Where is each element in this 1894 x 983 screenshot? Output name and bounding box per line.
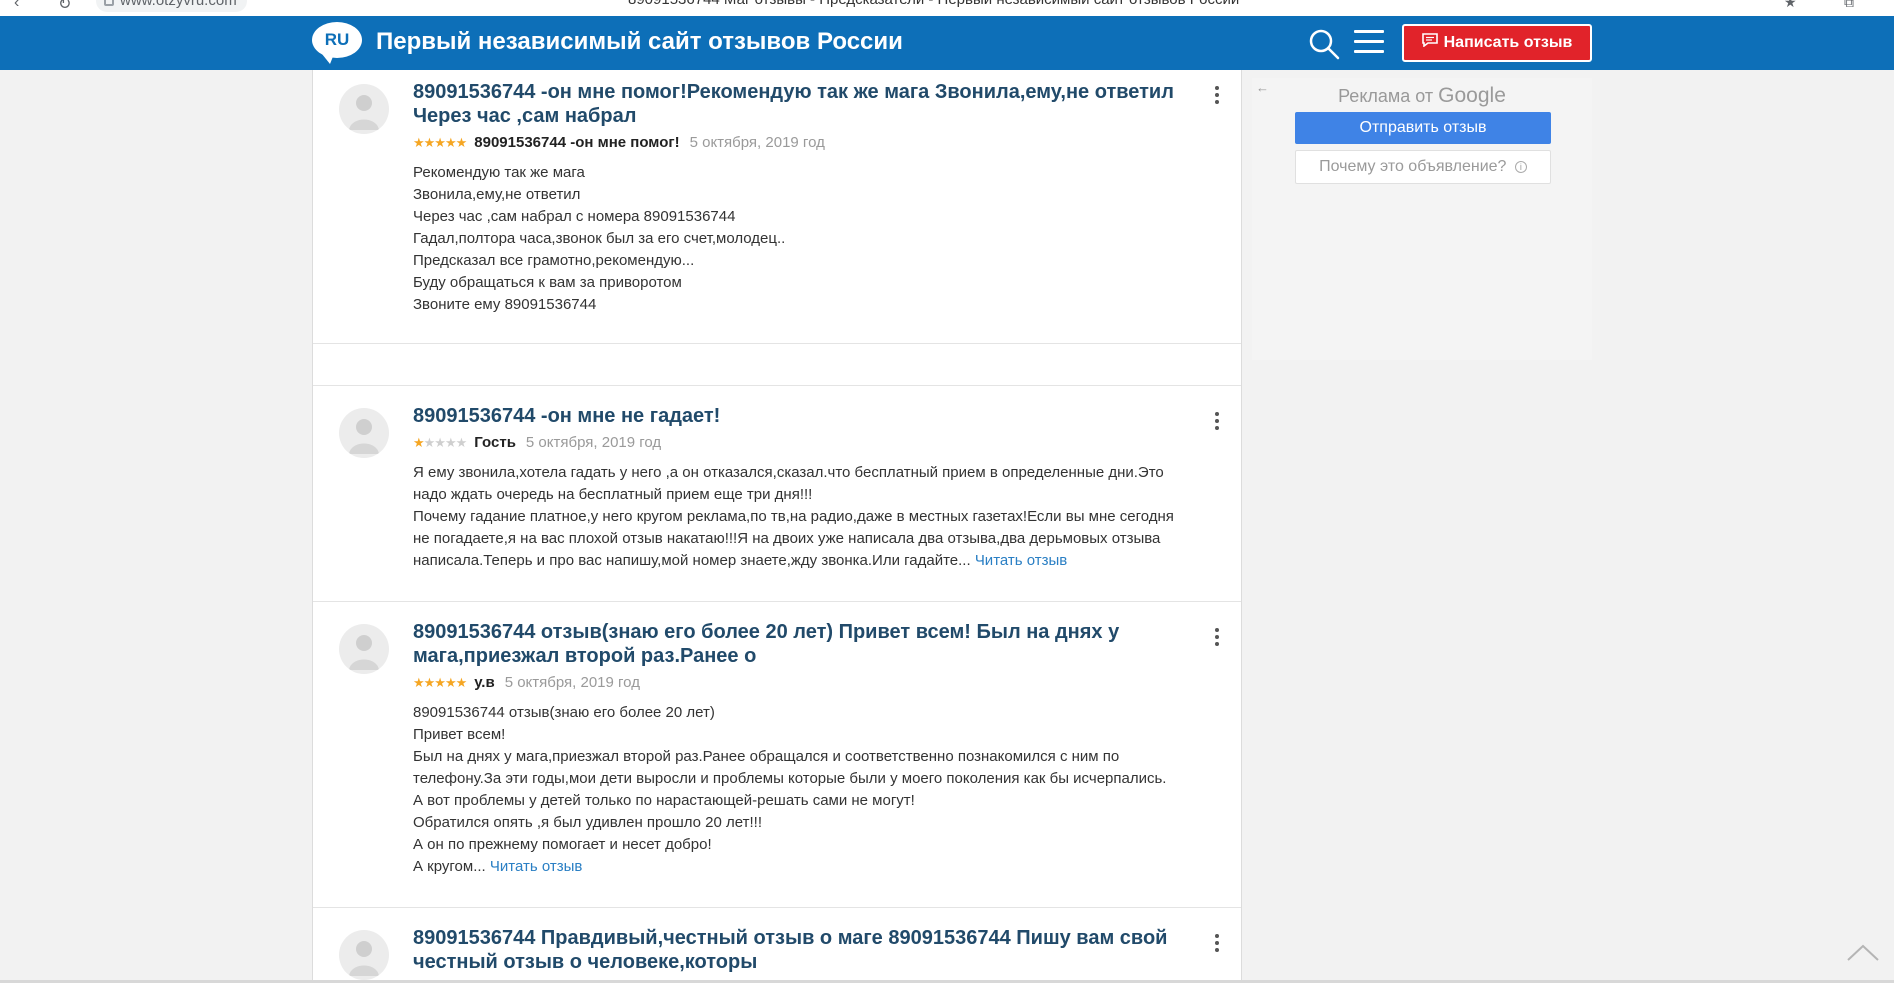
review-body-line: Звоните ему 89091536744: [413, 296, 597, 313]
review-body-text: А кругом...: [413, 858, 486, 875]
ad-why-label: Почему это объявление?: [1319, 158, 1507, 175]
ad-why-button[interactable]: Почему это объявление? i: [1295, 150, 1551, 184]
lock-icon: [104, 0, 114, 6]
chat-bubble-icon: [1421, 26, 1438, 60]
review-item: 89091536744 отзыв(знаю его более 20 лет)…: [313, 602, 1241, 908]
review-body-line: телефону.За эти годы,мои дети выросли и …: [413, 770, 1167, 787]
review-item: 89091536744 -он мне не гадает! ★★★★★ Гост…: [313, 386, 1241, 602]
chevron-up-icon[interactable]: [1846, 940, 1880, 964]
page-title-text: 89091536744 Маг отзывы - Предсказатели -…: [628, 0, 1239, 8]
bookmark-star-icon[interactable]: ★: [1784, 0, 1797, 11]
review-body-line: Гадал,полтора часа,звонок был за его сче…: [413, 230, 786, 247]
user-avatar-icon: [339, 84, 389, 134]
review-author[interactable]: 89091536744 -он мне помог!: [474, 134, 679, 151]
read-review-link[interactable]: Читать отзыв: [975, 552, 1067, 569]
kebab-menu-icon[interactable]: [1215, 628, 1221, 649]
review-meta: ★★★★★ 89091536744 -он мне помог! 5 октября…: [413, 134, 825, 151]
write-review-button[interactable]: Написать отзыв: [1402, 24, 1592, 62]
review-body-line: Я ему звонила,хотела гадать у него ,а он…: [413, 464, 1164, 481]
user-avatar-icon: [339, 408, 389, 458]
reload-icon[interactable]: ↻: [58, 0, 71, 14]
site-header: RU Первый независимый сайт отзывов Росси…: [0, 16, 1894, 70]
review-date: 5 октября, 2019 год: [689, 134, 825, 151]
review-title[interactable]: 89091536744 -он мне не гадает!: [413, 404, 1203, 428]
review-body-line: Обратился опять ,я был удивлен прошло 20…: [413, 814, 762, 831]
review-body-line: Был на днях у мага,приезжал второй раз.Р…: [413, 748, 1120, 765]
review-body-line: Буду обращаться к вам за приворотом: [413, 274, 682, 291]
review-body-line: надо ждать очередь на бесплатный прием е…: [413, 486, 813, 503]
review-item: 89091536744 -он мне помог! Рекомендую так…: [313, 70, 1241, 344]
browser-toolbar: ‹ ↻ www.otzyvru.com 89091536744 Маг отзы…: [0, 0, 1894, 16]
review-body-line: Предсказал все грамотно,рекомендую...: [413, 252, 695, 269]
ad-label: Реклама от Google: [1252, 84, 1592, 108]
user-avatar-icon: [339, 624, 389, 674]
rating-stars: ★★★★★: [413, 135, 467, 150]
site-title[interactable]: Первый независимый сайт отзывов России: [376, 28, 903, 56]
review-item: 89091536744 Правдивый,честный отзыв о ма…: [313, 908, 1241, 983]
kebab-menu-icon[interactable]: [1215, 934, 1221, 955]
review-body-line: Привет всем!: [413, 726, 506, 743]
address-bar[interactable]: www.otzyvru.com: [96, 0, 247, 12]
info-icon: i: [1514, 160, 1527, 173]
review-body: Я ему звонила,хотела гадать у него ,а он…: [413, 462, 1213, 572]
back-arrow-icon[interactable]: ‹: [14, 0, 19, 12]
review-title[interactable]: 89091536744 Правдивый,честный отзыв о ма…: [413, 926, 1203, 974]
ad-panel: ← Реклама от Google Отправить отзыв Поче…: [1252, 78, 1592, 360]
site-logo[interactable]: RU: [312, 22, 362, 64]
review-meta: ★★★★★ у.в 5 октября, 2019 год: [413, 674, 640, 691]
user-avatar-icon: [339, 930, 389, 980]
review-list: 89091536744 -он мне помог! Рекомендую так…: [312, 70, 1242, 983]
menu-icon[interactable]: [1354, 30, 1384, 56]
review-body-line: А вот проблемы у детей только по нараста…: [413, 792, 915, 809]
review-body: Рекомендую так же мага Звонила,ему,не от…: [413, 162, 1213, 316]
review-title[interactable]: 89091536744 -он мне помог!Рекомендую так…: [413, 80, 1203, 128]
review-body: 89091536744 отзыв(знаю его более 20 лет)…: [413, 702, 1213, 878]
review-date: 5 октября, 2019 год: [504, 674, 640, 691]
kebab-menu-icon[interactable]: [1215, 86, 1221, 107]
read-review-link[interactable]: Читать отзыв: [490, 858, 582, 875]
rating-stars: ★★★★★: [413, 675, 467, 690]
review-body-line: Через час ,сам набрал с номера 890915367…: [413, 208, 736, 225]
review-meta: ★★★★★ Гость 5 октября, 2019 год: [413, 434, 661, 451]
ad-label-prefix: Реклама от: [1338, 86, 1434, 106]
ad-label-brand: Google: [1438, 84, 1506, 107]
address-text: www.otzyvru.com: [120, 0, 237, 9]
review-body-line: Рекомендую так же мага: [413, 164, 585, 181]
review-date: 5 октября, 2019 год: [525, 434, 662, 451]
kebab-menu-icon[interactable]: [1215, 412, 1221, 433]
ad-slot-divider: [313, 344, 1241, 386]
write-review-label: Написать отзыв: [1443, 34, 1573, 52]
review-title[interactable]: 89091536744 отзыв(знаю его более 20 лет)…: [413, 620, 1203, 668]
search-icon[interactable]: [1308, 28, 1342, 60]
review-body-line: Звонила,ему,не ответил: [413, 186, 581, 203]
ad-send-feedback-button[interactable]: Отправить отзыв: [1295, 112, 1551, 144]
review-author[interactable]: у.в: [474, 674, 494, 691]
review-body-line: не погадаете,я на вас плохой отзыв накат…: [413, 530, 1161, 547]
rating-stars: ★★★★★: [413, 435, 467, 450]
review-body-line: написала.Теперь и про вас напишу,мой ном…: [413, 550, 1213, 572]
review-body-line: А он по прежнему помогает и несет добро!: [413, 836, 712, 853]
review-body-line: А кругом... Читать отзыв: [413, 856, 1213, 878]
extension-icon[interactable]: ⧉: [1844, 0, 1854, 11]
review-author[interactable]: Гость: [474, 434, 516, 451]
review-body-text: написала.Теперь и про вас напишу,мой ном…: [413, 552, 971, 569]
review-body-line: 89091536744 отзыв(знаю его более 20 лет): [413, 704, 715, 721]
logo-text: RU: [324, 30, 350, 49]
review-body-line: Почему гадание платное,у него кругом рек…: [413, 508, 1174, 525]
